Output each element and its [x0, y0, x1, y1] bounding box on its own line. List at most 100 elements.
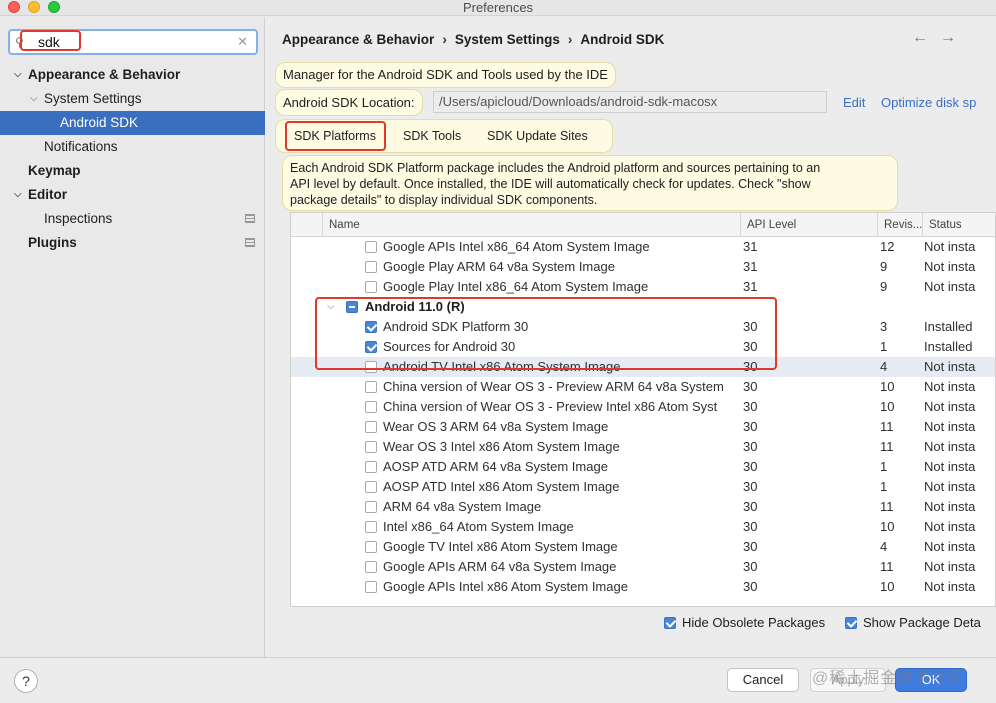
table-row[interactable]: AOSP ATD ARM 64 v8a System Image 30 1 Not i…: [291, 457, 995, 477]
cell-name: Google Play ARM 64 v8a System Image: [383, 259, 615, 274]
cell-name: Google Play Intel x86_64 Atom System Ima…: [383, 279, 649, 294]
package-checkbox[interactable]: [365, 401, 377, 413]
column-revision[interactable]: Revis...: [877, 213, 922, 237]
table-row[interactable]: Google TV Intel x86 Atom System Image 30 4…: [291, 537, 995, 557]
sdk-location-field[interactable]: /Users/apicloud/Downloads/android-sdk-ma…: [433, 91, 827, 113]
package-checkbox[interactable]: [365, 381, 377, 393]
package-checkbox[interactable]: [365, 501, 377, 513]
column-status[interactable]: Status: [922, 213, 995, 237]
package-checkbox[interactable]: [365, 321, 377, 333]
cell-api: 30: [743, 479, 758, 494]
cell-rev: 10: [880, 579, 895, 594]
package-checkbox[interactable]: [365, 361, 377, 373]
package-checkbox[interactable]: [365, 341, 377, 353]
package-checkbox[interactable]: [365, 441, 377, 453]
table-row[interactable]: Google Play Intel x86_64 Atom System Ima…: [291, 277, 995, 297]
cell-rev: 11: [880, 559, 894, 574]
column-name[interactable]: Name: [322, 213, 740, 237]
forward-arrow-icon[interactable]: →: [940, 29, 968, 46]
cell-rev: 11: [880, 419, 894, 434]
cell-status: Not insta: [924, 559, 976, 574]
breadcrumb-item[interactable]: Appearance & Behavior: [282, 32, 434, 47]
help-button[interactable]: ?: [14, 669, 38, 693]
sdk-packages-table: Name API Level Revis... Status Google AP…: [290, 212, 996, 607]
cell-status: Not insta: [924, 239, 976, 254]
chevron-down-icon[interactable]: ⌵: [30, 87, 38, 111]
project-settings-icon: [245, 214, 255, 223]
table-row[interactable]: Google Play ARM 64 v8a System Image 31 9 No…: [291, 257, 995, 277]
cell-rev: 11: [880, 499, 894, 514]
column-api-level[interactable]: API Level: [740, 213, 877, 237]
table-row[interactable]: Wear OS 3 ARM 64 v8a System Image 30 11 Not…: [291, 417, 995, 437]
show-package-details-checkbox[interactable]: [845, 617, 857, 629]
nav-arrows: ←→: [912, 29, 968, 47]
cell-status: Not insta: [924, 439, 976, 454]
package-checkbox[interactable]: [346, 301, 358, 313]
search-input[interactable]: sdk: [38, 34, 60, 50]
cell-api: 30: [743, 419, 758, 434]
cell-status: Not insta: [924, 519, 976, 534]
chevron-down-icon[interactable]: ⌵: [14, 63, 22, 87]
sidebar-item-editor[interactable]: ⌵ Editor: [0, 183, 265, 207]
package-checkbox[interactable]: [365, 481, 377, 493]
info-line: Each Android SDK Platform package includ…: [290, 161, 821, 175]
sidebar-item-keymap[interactable]: Keymap: [0, 159, 265, 183]
table-row[interactable]: China version of Wear OS 3 - Preview Int…: [291, 397, 995, 417]
cell-api: 31: [743, 259, 758, 274]
cell-api: 30: [743, 399, 758, 414]
package-checkbox[interactable]: [365, 521, 377, 533]
package-checkbox[interactable]: [365, 541, 377, 553]
search-field[interactable]: ⚲ sdk ✕: [8, 29, 258, 55]
breadcrumb-item[interactable]: System Settings: [455, 32, 560, 47]
group-row[interactable]: ⌵ Android 11.0 (R): [291, 297, 995, 317]
table-row[interactable]: Sources for Android 30 30 1 Installed: [291, 337, 995, 357]
show-package-details-option[interactable]: Show Package Deta: [845, 615, 981, 630]
sidebar-item-label: Plugins: [28, 235, 77, 250]
hide-obsolete-option[interactable]: Hide Obsolete Packages: [664, 615, 825, 630]
package-checkbox[interactable]: [365, 461, 377, 473]
clear-search-icon[interactable]: ✕: [237, 34, 248, 50]
cell-name: Google TV Intel x86 Atom System Image: [383, 539, 618, 554]
sidebar-item-system-settings[interactable]: ⌵ System Settings: [0, 87, 265, 111]
sidebar-item-plugins[interactable]: Plugins: [0, 231, 265, 255]
tab-sdk-update-sites[interactable]: SDK Update Sites: [487, 129, 588, 143]
cell-name: Android TV Intel x86 Atom System Image: [383, 359, 621, 374]
sidebar-item-label: Editor: [28, 187, 67, 202]
package-checkbox[interactable]: [365, 281, 377, 293]
main-panel: Appearance & Behavior › System Settings › An…: [266, 17, 996, 657]
sidebar-item-inspections[interactable]: Inspections: [0, 207, 265, 231]
optimize-disk-link[interactable]: Optimize disk sp: [881, 95, 976, 110]
table-row[interactable]: AOSP ATD Intel x86 Atom System Image 30 1 N…: [291, 477, 995, 497]
hide-obsolete-checkbox[interactable]: [664, 617, 676, 629]
table-row[interactable]: Intel x86_64 Atom System Image 30 10 Not in…: [291, 517, 995, 537]
cell-status: Not insta: [924, 479, 976, 494]
table-row[interactable]: China version of Wear OS 3 - Preview ARM…: [291, 377, 995, 397]
cell-status: Not insta: [924, 399, 976, 414]
table-row[interactable]: Google APIs ARM 64 v8a System Image 30 11 N…: [291, 557, 995, 577]
chevron-down-icon[interactable]: ⌵: [14, 183, 22, 207]
table-header: Name API Level Revis... Status: [291, 213, 995, 237]
package-checkbox[interactable]: [365, 561, 377, 573]
back-arrow-icon[interactable]: ←: [912, 29, 940, 46]
package-checkbox[interactable]: [365, 241, 377, 253]
package-checkbox[interactable]: [365, 421, 377, 433]
table-row[interactable]: Google APIs Intel x86_64 Atom System Ima…: [291, 237, 995, 257]
sidebar-item-notifications[interactable]: Notifications: [0, 135, 265, 159]
tab-sdk-platforms[interactable]: SDK Platforms: [294, 129, 376, 143]
cell-api: 30: [743, 339, 758, 354]
cell-name: Google APIs ARM 64 v8a System Image: [383, 559, 617, 574]
package-checkbox[interactable]: [365, 581, 377, 593]
package-checkbox[interactable]: [365, 261, 377, 273]
sidebar-item-android-sdk[interactable]: Android SDK: [0, 111, 265, 135]
cell-rev: 10: [880, 399, 895, 414]
edit-link[interactable]: Edit: [843, 95, 865, 110]
sidebar-item-appearance-behavior[interactable]: ⌵ Appearance & Behavior: [0, 63, 265, 87]
table-row[interactable]: ARM 64 v8a System Image 30 11 Not insta: [291, 497, 995, 517]
cancel-button[interactable]: Cancel: [727, 668, 799, 692]
tab-sdk-tools[interactable]: SDK Tools: [403, 129, 461, 143]
table-row[interactable]: Android TV Intel x86 Atom System Image 30…: [291, 357, 995, 377]
table-row[interactable]: Google APIs Intel x86 Atom System Image 3…: [291, 577, 995, 597]
chevron-down-icon[interactable]: ⌵: [327, 297, 335, 317]
table-row[interactable]: Wear OS 3 Intel x86 Atom System Image 30 1…: [291, 437, 995, 457]
table-row[interactable]: Android SDK Platform 30 30 3 Installed: [291, 317, 995, 337]
